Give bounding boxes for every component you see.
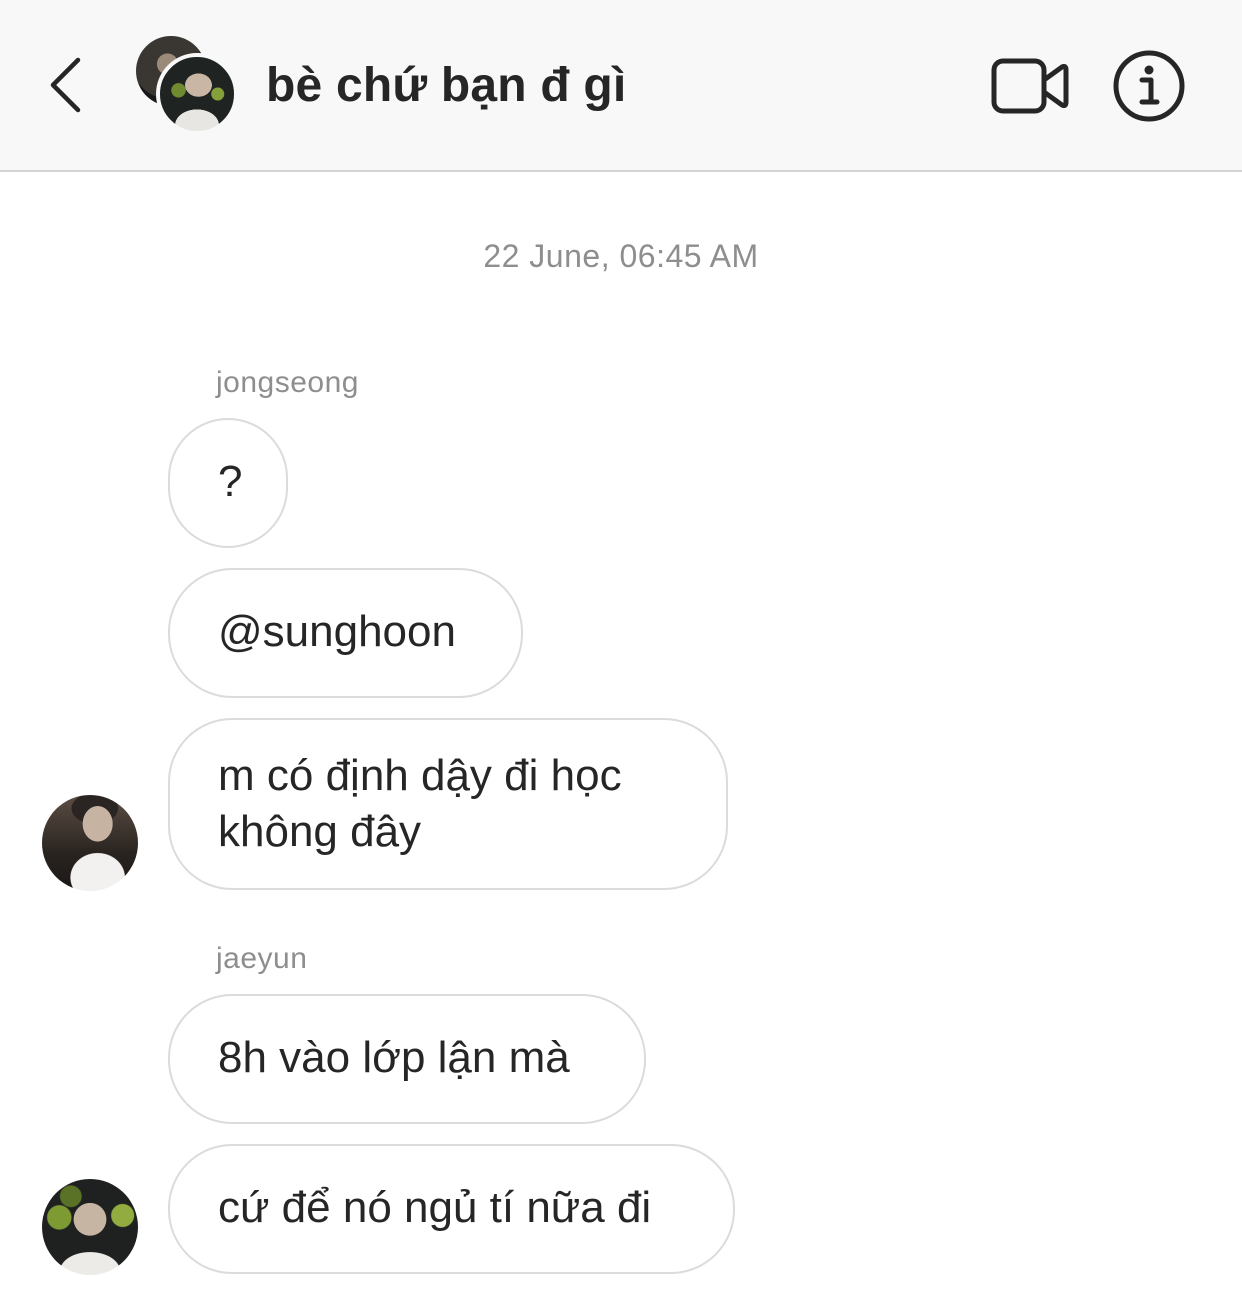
message-bubble[interactable]: m có định dậy đi học không đây — [168, 718, 728, 890]
avatar — [156, 53, 238, 135]
message-timestamp: 22 June, 06:45 AM — [483, 238, 759, 274]
back-button[interactable] — [40, 50, 100, 120]
message-text: @sunghoon — [218, 607, 456, 656]
message-text: m có định dậy đi học không đây — [218, 751, 622, 856]
chat-header: bè chứ bạn đ gì — [0, 0, 1242, 172]
chat-screen: bè chứ bạn đ gì 22 June, 06:45 AM jongse… — [0, 0, 1242, 1302]
message-bubble[interactable]: cứ để nó ngủ tí nữa đi — [168, 1144, 735, 1274]
message-text: cứ để nó ngủ tí nữa đi — [218, 1183, 652, 1232]
group-avatar[interactable] — [136, 36, 240, 140]
message-bubble[interactable]: @sunghoon — [168, 568, 523, 698]
info-button[interactable] — [1112, 49, 1186, 123]
sender-name: jongseong — [216, 366, 359, 399]
info-icon — [1113, 50, 1185, 122]
chat-title[interactable]: bè chứ bạn đ gì — [266, 58, 626, 113]
avatar[interactable] — [42, 1179, 138, 1275]
message-bubble[interactable]: 8h vào lớp lận mà — [168, 994, 646, 1124]
avatar[interactable] — [42, 795, 138, 891]
video-camera-icon — [991, 58, 1069, 114]
chevron-left-icon — [50, 57, 81, 113]
message-text: ? — [218, 457, 243, 506]
sender-name: jaeyun — [216, 942, 308, 975]
message-text: 8h vào lớp lận mà — [218, 1033, 570, 1082]
video-call-button[interactable] — [990, 52, 1070, 118]
message-bubble[interactable]: ? — [168, 418, 288, 548]
